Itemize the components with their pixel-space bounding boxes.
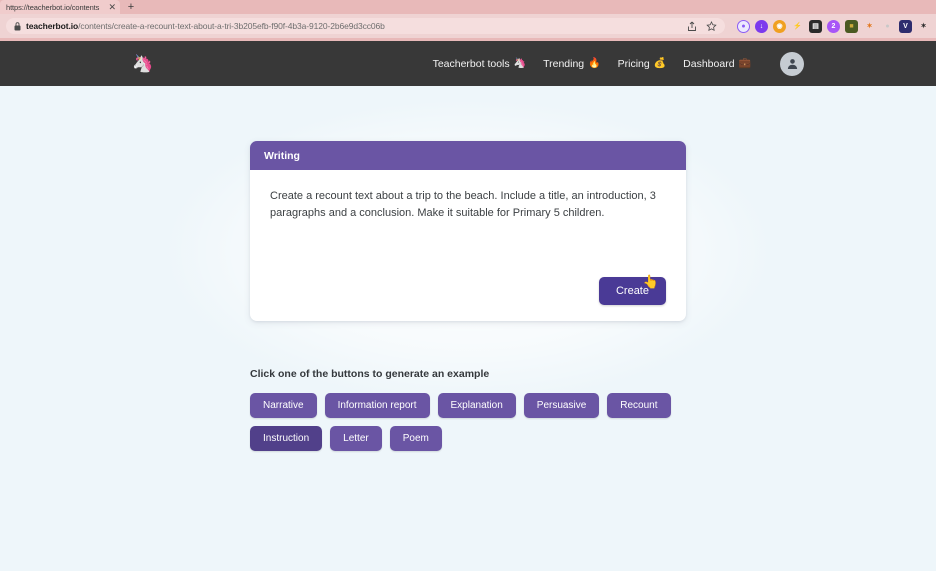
address-bar-url: teacherbot.io/contents/create-a-recount-…	[26, 21, 385, 31]
extension-icon-1[interactable]: ●	[737, 19, 750, 33]
example-button-narrative[interactable]: Narrative	[250, 393, 317, 418]
nav-item-pricing[interactable]: Pricing 💰	[618, 58, 667, 70]
extension-icon-2[interactable]: ↓	[755, 19, 768, 33]
example-button-letter[interactable]: Letter	[330, 426, 382, 451]
page-viewport: 🦄 Teacherbot tools 🦄 Trending 🔥 Pricing …	[0, 41, 936, 571]
main-navigation: Teacherbot tools 🦄 Trending 🔥 Pricing 💰 …	[433, 51, 804, 76]
example-button-explanation[interactable]: Explanation	[437, 393, 516, 418]
extension-icon-7[interactable]: ■	[845, 19, 858, 33]
example-button-poem[interactable]: Poem	[389, 426, 442, 451]
nav-label: Dashboard	[683, 57, 735, 70]
extension-icon-11[interactable]: ✶	[917, 20, 930, 33]
example-button-instruction[interactable]: Instruction	[250, 426, 323, 451]
card-title: Writing	[264, 149, 300, 162]
browser-tab[interactable]: https://teacherbot.io/contents ✕	[0, 0, 120, 14]
browser-tab-title: https://teacherbot.io/contents	[6, 2, 100, 12]
card-header: Writing	[250, 141, 686, 170]
create-button[interactable]: Create	[598, 277, 666, 305]
extension-icon-4[interactable]: ⚡	[791, 20, 804, 33]
money-bag-icon: 💰	[653, 58, 667, 69]
example-button-row-1: Narrative Information report Explanation…	[250, 393, 936, 418]
nav-label: Teacherbot tools	[432, 57, 510, 70]
prompt-text[interactable]: Create a recount text about a trip to th…	[270, 188, 662, 221]
address-bar[interactable]: teacherbot.io/contents/create-a-recount-…	[6, 18, 725, 34]
extension-icon-3[interactable]: ◉	[773, 19, 786, 33]
card-body: Create a recount text about a trip to th…	[250, 170, 686, 321]
writing-card: Writing Create a recount text about a tr…	[250, 141, 686, 321]
user-avatar-icon[interactable]	[780, 51, 804, 76]
browser-window: https://teacherbot.io/contents ✕ + teach…	[0, 0, 936, 571]
unicorn-icon: 🦄	[513, 58, 527, 69]
extension-icon-8[interactable]: ✶	[863, 20, 876, 33]
url-domain: teacherbot.io	[26, 21, 79, 31]
extension-toolbar: ● ↓ ◉ ⚡ ▤ 2 ■ ✶ ● V ✶	[731, 19, 930, 33]
examples-section: Click one of the buttons to generate an …	[250, 368, 936, 451]
example-button-row-2: Instruction Letter Poem	[250, 426, 936, 451]
nav-label: Pricing	[617, 57, 650, 70]
browser-nav-bar: teacherbot.io/contents/create-a-recount-…	[0, 14, 936, 38]
example-button-recount[interactable]: Recount	[607, 393, 671, 418]
nav-item-teacherbot-tools[interactable]: Teacherbot tools 🦄	[433, 58, 527, 70]
extension-icon-10[interactable]: V	[899, 19, 912, 33]
example-button-persuasive[interactable]: Persuasive	[523, 393, 600, 418]
extension-icon-5[interactable]: ▤	[809, 19, 822, 33]
card-actions: Create 👆	[270, 263, 666, 305]
page-content: Writing Create a recount text about a tr…	[0, 86, 936, 451]
extension-icon-9[interactable]: ●	[881, 20, 894, 33]
teacherbot-logo[interactable]: 🦄	[132, 55, 153, 72]
nav-label: Trending	[543, 57, 585, 70]
star-icon[interactable]	[706, 20, 717, 32]
share-icon[interactable]	[687, 21, 697, 32]
example-button-information-report[interactable]: Information report	[324, 393, 430, 418]
site-header: 🦄 Teacherbot tools 🦄 Trending 🔥 Pricing …	[0, 41, 936, 86]
nav-item-trending[interactable]: Trending 🔥	[543, 58, 601, 70]
url-path: /contents/create-a-recount-text-about-a-…	[78, 21, 385, 31]
briefcase-icon: 💼	[738, 58, 751, 69]
examples-label: Click one of the buttons to generate an …	[250, 368, 490, 380]
extension-icon-6[interactable]: 2	[827, 19, 840, 33]
browser-tab-strip: https://teacherbot.io/contents ✕ +	[0, 0, 936, 14]
fire-icon: 🔥	[588, 58, 601, 69]
nav-item-dashboard[interactable]: Dashboard 💼	[683, 58, 751, 70]
close-icon[interactable]: ✕	[108, 2, 116, 12]
new-tab-button[interactable]: +	[120, 0, 142, 14]
lock-icon	[14, 21, 21, 31]
